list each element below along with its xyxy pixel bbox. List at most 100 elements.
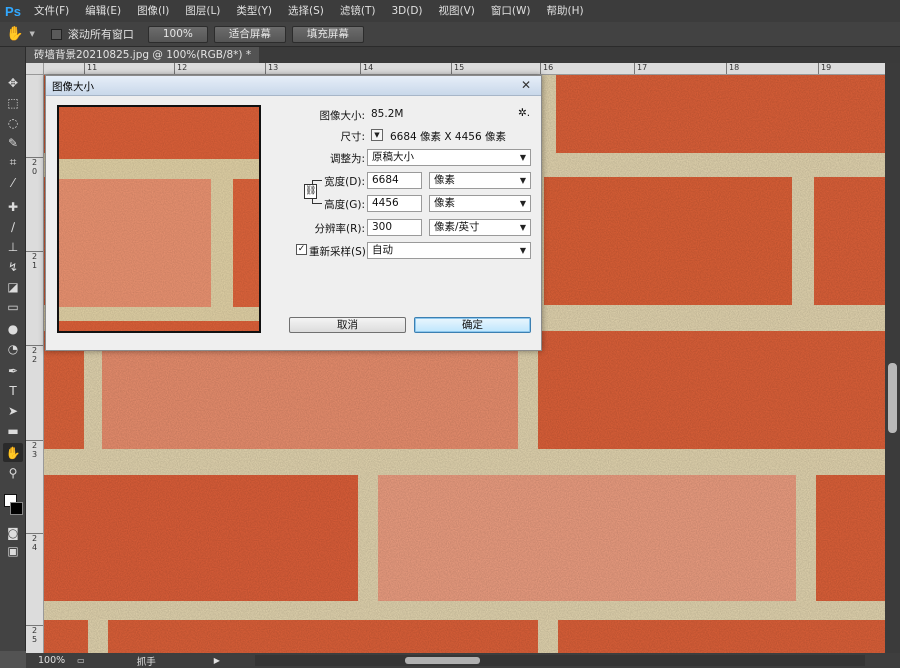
resample-select[interactable]: 自动 ▼ <box>367 242 531 259</box>
history-brush-icon[interactable]: ↯ <box>3 257 23 276</box>
brush-icon[interactable]: ∕ <box>3 217 23 236</box>
lasso-icon[interactable]: ◌ <box>3 113 23 132</box>
image-size-value: 85.2M <box>371 108 404 120</box>
gear-icon[interactable]: ✲. <box>518 107 530 119</box>
zoom-level[interactable]: 100% <box>38 655 65 666</box>
cancel-button[interactable]: 取消 <box>289 317 406 333</box>
fit-screen-button[interactable]: 适合屏幕 <box>213 25 286 43</box>
gradient-icon[interactable]: ▭ <box>3 297 23 316</box>
path-select-icon[interactable]: ➤ <box>3 401 23 420</box>
ruler-mark: 13 <box>265 63 278 74</box>
dodge-icon[interactable]: ◔ <box>3 339 23 358</box>
stamp-icon[interactable]: ⊥ <box>3 237 23 256</box>
vertical-scroll-thumb[interactable] <box>888 363 897 433</box>
ruler-mark: 1 <box>32 261 38 270</box>
menu-bar: Ps 文件(F) 编辑(E) 图像(I) 图层(L) 类型(Y) 选择(S) 滤… <box>0 0 900 22</box>
ruler-mark: 17 <box>634 63 647 74</box>
scroll-all-windows-label: 滚动所有窗口 <box>67 28 134 41</box>
menu-select[interactable]: 选择(S) <box>280 0 332 22</box>
scroll-all-windows-checkbox[interactable] <box>50 28 62 40</box>
menu-filter[interactable]: 滤镜(T) <box>332 0 384 22</box>
crop-icon[interactable]: ⌗ <box>3 153 23 172</box>
resolution-input[interactable]: 300 <box>367 219 422 236</box>
eraser-icon[interactable]: ◪ <box>3 277 23 296</box>
menu-edit[interactable]: 编辑(E) <box>77 0 129 22</box>
ruler-mark: 12 <box>174 63 187 74</box>
width-unit-select[interactable]: 像素 ▼ <box>429 172 531 189</box>
menu-view[interactable]: 视图(V) <box>431 0 483 22</box>
width-input[interactable]: 6684 <box>367 172 422 189</box>
image-preview[interactable] <box>57 105 261 333</box>
shape-icon[interactable]: ▬ <box>3 421 23 440</box>
fit-to-label: 调整为: <box>329 153 365 165</box>
chevron-down-icon: ▼ <box>519 153 526 162</box>
menu-file[interactable]: 文件(F) <box>26 0 77 22</box>
resample-value: 自动 <box>372 244 393 256</box>
chevron-down-icon: ▼ <box>519 199 526 208</box>
photoshop-logo: Ps <box>5 3 21 19</box>
screen-mode-icon[interactable]: ▣ <box>3 541 23 560</box>
fill-screen-button[interactable]: 填充屏幕 <box>291 25 364 43</box>
menu-window[interactable]: 窗口(W) <box>483 0 539 22</box>
ruler-mark: 4 <box>32 543 38 552</box>
close-icon[interactable]: ✕ <box>515 78 537 93</box>
options-bar: ✋ ▼ 滚动所有窗口 100% 适合屏幕 填充屏幕 <box>0 22 900 47</box>
ruler-mark: 11 <box>84 63 97 74</box>
chevron-down-icon: ▼ <box>519 223 526 232</box>
pen-icon[interactable]: ✒ <box>3 361 23 380</box>
ruler-mark: 19 <box>818 63 831 74</box>
height-unit-select[interactable]: 像素 ▼ <box>429 195 531 212</box>
ruler-mark: 16 <box>540 63 553 74</box>
dimensions-value: 6684 像素 X 4456 像素 <box>390 131 506 143</box>
chevron-down-icon[interactable]: ▼ <box>29 30 34 38</box>
hand-icon[interactable]: ✋ <box>3 443 23 462</box>
marquee-icon[interactable]: ⬚ <box>3 93 23 112</box>
zoom-icon[interactable]: ⚲ <box>3 463 23 482</box>
height-unit-value: 像素 <box>434 197 455 209</box>
zoom-100-button[interactable]: 100% <box>147 25 208 43</box>
ruler-mark: 14 <box>360 63 373 74</box>
status-info-icon[interactable]: ▭ <box>77 656 85 665</box>
dialog-title-bar[interactable]: 图像大小 ✕ <box>46 76 541 96</box>
resolution-unit-select[interactable]: 像素/英寸 ▼ <box>429 219 531 236</box>
dimensions-label: 尺寸: <box>340 131 365 143</box>
chevron-down-icon: ▼ <box>519 176 526 185</box>
document-tab-bar: 砖墙背景20210825.jpg @ 100%(RGB/8*) * <box>26 47 900 63</box>
tools-panel: ✥ ⬚ ◌ ✎ ⌗ ⁄ ✚ ∕ ⊥ ↯ ◪ ▭ ● ◔ ✒ T ➤ ▬ ✋ ⚲ … <box>0 47 26 651</box>
hand-icon[interactable]: ✋ <box>6 26 23 42</box>
dimensions-dropdown-icon[interactable]: ▼ <box>371 129 383 141</box>
ok-button[interactable]: 确定 <box>414 317 531 333</box>
height-input[interactable]: 4456 <box>367 195 422 212</box>
height-label: 高度(G): <box>324 199 365 211</box>
eyedropper-icon[interactable]: ⁄ <box>3 173 23 192</box>
blur-icon[interactable]: ● <box>3 319 23 338</box>
preview-image <box>59 107 259 331</box>
menu-type[interactable]: 类型(Y) <box>228 0 280 22</box>
healing-icon[interactable]: ✚ <box>3 197 23 216</box>
quick-mask-icon[interactable]: ◙ <box>3 523 23 542</box>
dialog-title: 图像大小 <box>52 81 94 93</box>
horizontal-scroll-thumb[interactable] <box>405 657 480 664</box>
ruler-corner <box>26 63 44 75</box>
horizontal-scrollbar[interactable] <box>255 655 865 666</box>
type-icon[interactable]: T <box>3 381 23 400</box>
menu-3d[interactable]: 3D(D) <box>383 0 430 22</box>
move-icon[interactable]: ✥ <box>3 73 23 92</box>
current-tool-label: 抓手 <box>136 656 156 668</box>
ruler-mark: 15 <box>451 63 464 74</box>
menu-layer[interactable]: 图层(L) <box>177 0 228 22</box>
document-tab[interactable]: 砖墙背景20210825.jpg @ 100%(RGB/8*) * <box>26 47 260 63</box>
background-color-swatch[interactable] <box>10 502 23 515</box>
ruler-mark: 0 <box>32 167 38 176</box>
link-icon[interactable]: ⛓ <box>304 184 317 199</box>
quick-select-icon[interactable]: ✎ <box>3 133 23 152</box>
ruler-mark: 2 <box>32 355 38 364</box>
menu-help[interactable]: 帮助(H) <box>539 0 592 22</box>
resample-checkbox[interactable]: ✓ <box>296 244 307 255</box>
menu-image[interactable]: 图像(I) <box>129 0 177 22</box>
vertical-scrollbar[interactable] <box>885 63 900 653</box>
fit-to-select[interactable]: 原稿大小 ▼ <box>367 149 531 166</box>
chevron-down-icon: ▼ <box>519 246 526 255</box>
status-menu-arrow[interactable]: ▶ <box>214 656 220 665</box>
vertical-ruler: 2 0 2 1 2 2 2 3 2 4 2 5 <box>26 75 44 653</box>
